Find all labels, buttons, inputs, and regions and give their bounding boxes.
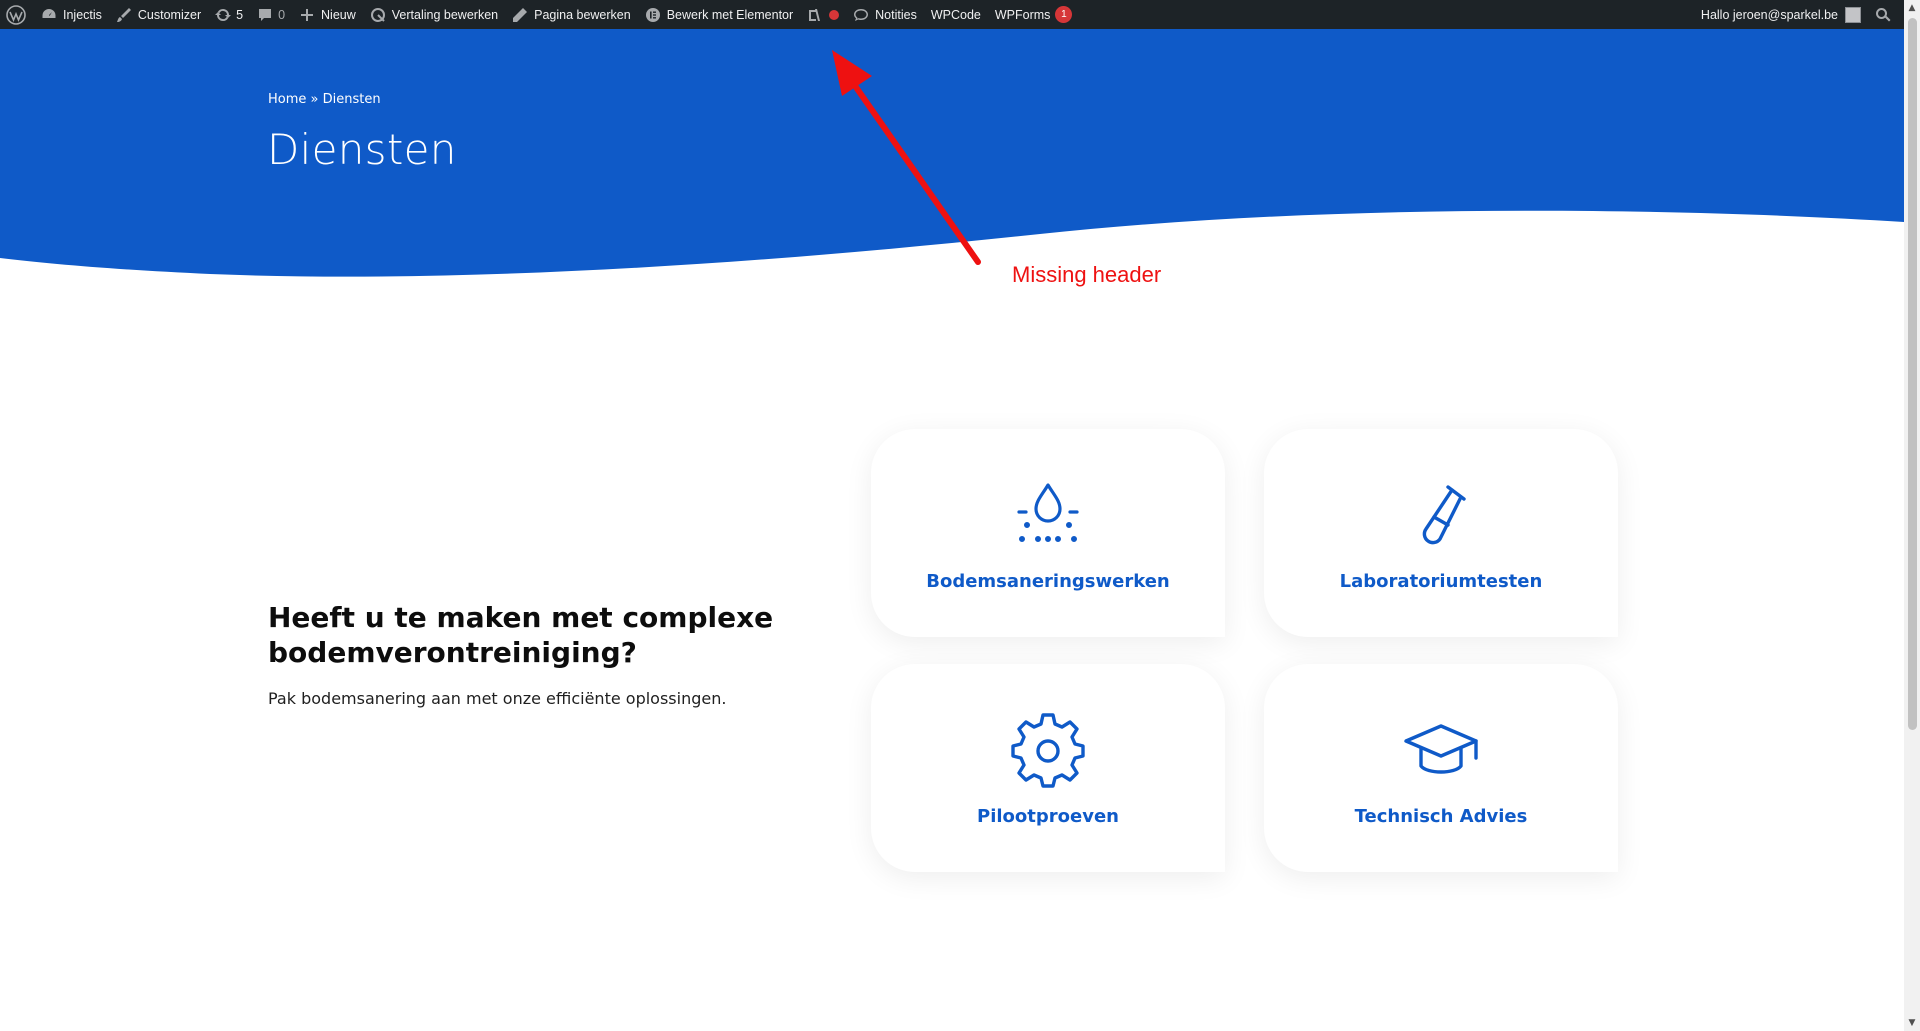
comment-icon (259, 8, 272, 21)
intro-text: Pak bodemsanering aan met onze efficiënt… (268, 689, 727, 708)
dashboard-icon (42, 8, 56, 18)
brush-icon (116, 7, 131, 22)
new-content-menu[interactable]: Nieuw (292, 0, 363, 29)
edit-page-label: Pagina bewerken (534, 7, 631, 22)
service-card-label: Laboratoriumtesten (1339, 571, 1543, 592)
site-name-menu[interactable]: Injectis (34, 0, 109, 29)
updates-icon (215, 8, 232, 21)
avatar (1845, 6, 1861, 23)
notes-link[interactable]: Notities (846, 0, 924, 29)
yoast-seo-menu[interactable] (800, 0, 846, 29)
account-greeting: Hallo jeroen@sparkel.be (1700, 7, 1838, 22)
comments-link[interactable]: 0 (250, 0, 292, 29)
scroll-down-arrow-icon[interactable]: ▼ (1904, 1015, 1920, 1031)
seo-status-dot (829, 9, 840, 20)
page-title: Diensten (267, 125, 457, 174)
wpforms-notification-badge: 1 (1055, 6, 1073, 23)
edit-elementor-link[interactable]: Bewerk met Elementor (638, 0, 800, 29)
edit-translation-label: Vertaling bewerken (391, 7, 499, 22)
service-card-bodemsaneringswerken[interactable]: Bodemsaneringswerken (871, 429, 1225, 637)
updates-link[interactable]: 5 (208, 0, 250, 29)
service-card-label: Pilootproeven (977, 806, 1119, 827)
gear-icon (1009, 712, 1087, 790)
new-label: Nieuw (321, 7, 356, 22)
pencil-icon (513, 7, 528, 22)
intro-heading: Heeft u te maken met complexe bodemveron… (268, 601, 774, 669)
speech-bubble-icon (854, 8, 869, 21)
water-drop-icon (1009, 477, 1087, 555)
service-card-label: Bodemsaneringswerken (926, 571, 1170, 592)
comments-count: 0 (278, 7, 286, 22)
scroll-thumb[interactable] (1908, 18, 1917, 730)
graduation-cap-icon (1402, 712, 1480, 790)
edit-translation-link[interactable]: Vertaling bewerken (363, 0, 505, 29)
service-card-laboratoriumtesten[interactable]: Laboratoriumtesten (1264, 429, 1618, 637)
scroll-up-arrow-icon[interactable]: ▲ (1904, 0, 1920, 16)
annotation-label: Missing header (1012, 262, 1162, 287)
breadcrumb[interactable]: Home » Diensten (268, 92, 381, 107)
site-name-label: Injectis (63, 7, 102, 22)
plus-icon (301, 8, 314, 21)
customizer-link[interactable]: Customizer (109, 0, 208, 29)
admin-search-button[interactable] (1868, 0, 1904, 29)
yoast-icon (809, 8, 821, 21)
elementor-icon (645, 7, 660, 22)
wpforms-label: WPForms (994, 7, 1051, 22)
wpforms-link[interactable]: WPForms 1 (988, 0, 1080, 29)
search-icon (1876, 7, 1891, 21)
wpcode-link[interactable]: WPCode (924, 0, 988, 29)
service-card-pilootproeven[interactable]: Pilootproeven (871, 664, 1225, 872)
page-scrollbar[interactable]: ▲ ▼ (1904, 0, 1920, 1031)
customizer-label: Customizer (137, 7, 202, 22)
wordpress-logo-icon[interactable] (0, 0, 34, 29)
annotation-arrow-icon (832, 50, 981, 265)
service-card-technisch-advies[interactable]: Technisch Advies (1264, 664, 1618, 872)
edit-page-link[interactable]: Pagina bewerken (505, 0, 638, 29)
updates-count: 5 (236, 7, 244, 22)
translate-icon (370, 7, 385, 22)
service-card-label: Technisch Advies (1354, 806, 1528, 827)
notes-label: Notities (875, 7, 917, 22)
test-tube-icon (1402, 477, 1480, 555)
wp-admin-bar: Injectis Customizer 5 0 Nieuw Vertaling … (0, 0, 1904, 29)
edit-elementor-label: Bewerk met Elementor (666, 7, 794, 22)
account-menu[interactable]: Hallo jeroen@sparkel.be (1694, 0, 1868, 29)
wpcode-label: WPCode (930, 7, 981, 22)
